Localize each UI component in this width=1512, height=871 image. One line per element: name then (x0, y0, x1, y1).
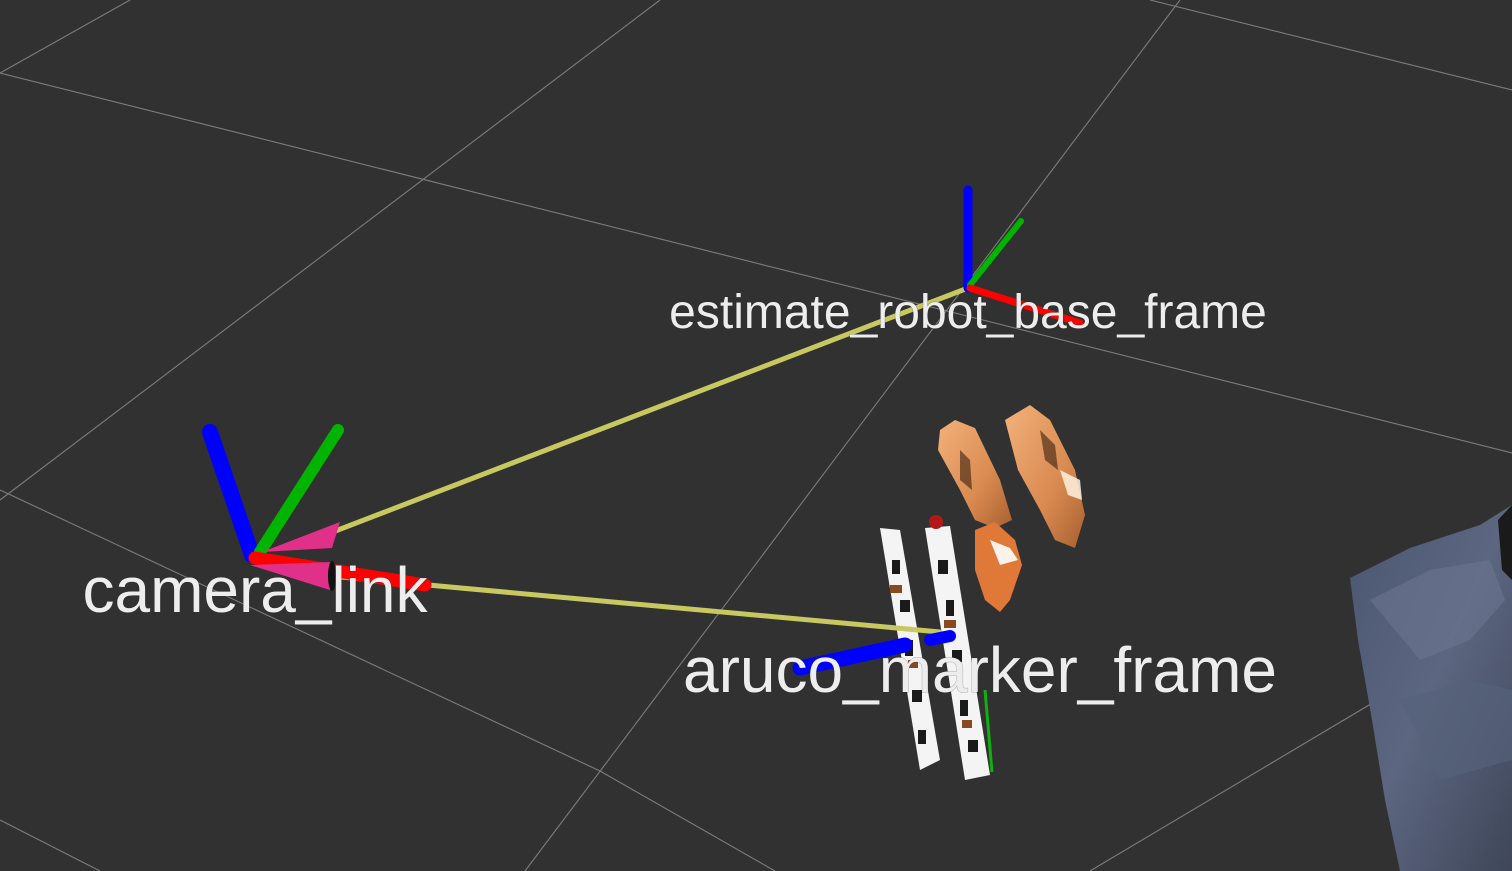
camera-z-axis (202, 424, 260, 563)
frame-label-camera-link: camera_link (82, 554, 428, 626)
point-cloud-surface (1350, 505, 1512, 871)
scene-canvas[interactable]: estimate_robot_base_frame camera_link ar… (0, 0, 1512, 871)
gripper-point-cloud (938, 405, 1085, 612)
frame-label-aruco-marker: aruco_marker_frame (683, 634, 1277, 706)
frame-label-estimate-robot-base: estimate_robot_base_frame (669, 286, 1267, 339)
ground-grid (0, 0, 1512, 871)
base-y-axis (967, 218, 1024, 288)
rviz-3d-viewport[interactable]: estimate_robot_base_frame camera_link ar… (0, 0, 1512, 871)
